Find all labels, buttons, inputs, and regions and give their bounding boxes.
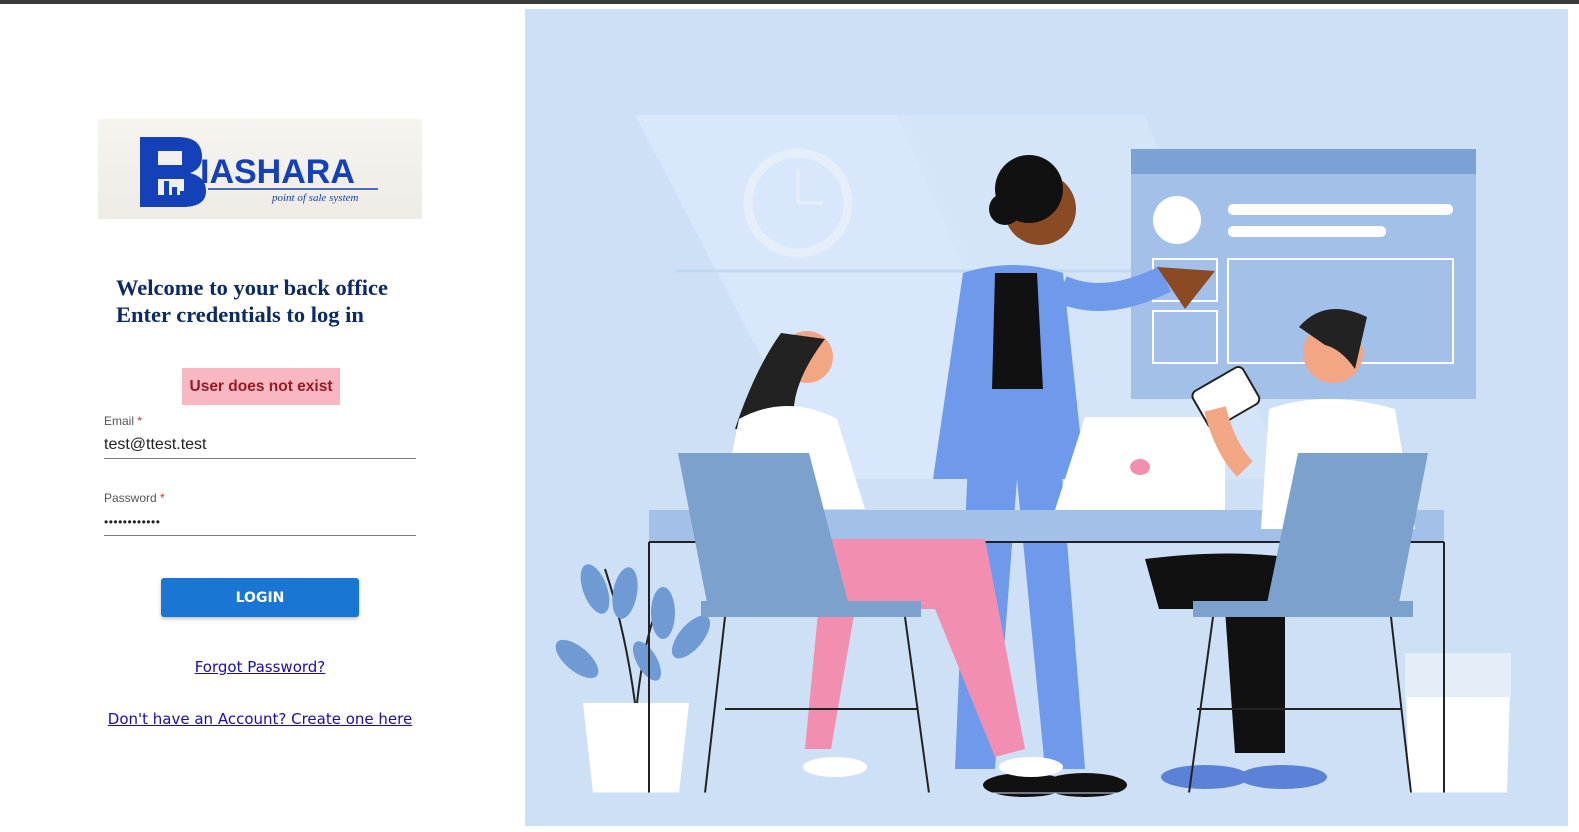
basket-icon — [1405, 653, 1511, 793]
instructions-line: Enter credentials to log in — [116, 302, 364, 327]
error-message: User does not exist — [182, 368, 340, 405]
create-account-link[interactable]: Don't have an Account? Create one here — [0, 710, 520, 728]
login-button[interactable]: LOGIN — [161, 578, 359, 617]
email-label: Email * — [104, 414, 143, 428]
laptop-icon — [1055, 417, 1225, 510]
login-panel: IASHARA point of sale system Welcome to … — [0, 4, 525, 832]
brand-name-text: IASHARA — [200, 153, 355, 191]
plant-icon — [555, 564, 711, 793]
password-field: Password * — [104, 490, 416, 536]
left-chair — [678, 453, 930, 794]
team-meeting-illustration — [525, 9, 1568, 826]
email-field: Email * — [104, 413, 416, 459]
brand-logo: IASHARA point of sale system — [98, 119, 422, 219]
password-input[interactable] — [104, 506, 416, 536]
page-title: Welcome to your back office Enter creden… — [116, 274, 456, 328]
password-label: Password * — [104, 491, 165, 505]
email-input[interactable] — [104, 429, 416, 459]
forgot-password-link[interactable]: Forgot Password? — [0, 658, 520, 676]
brand-tagline: point of sale system — [271, 192, 359, 204]
welcome-line: Welcome to your back office — [116, 275, 389, 300]
